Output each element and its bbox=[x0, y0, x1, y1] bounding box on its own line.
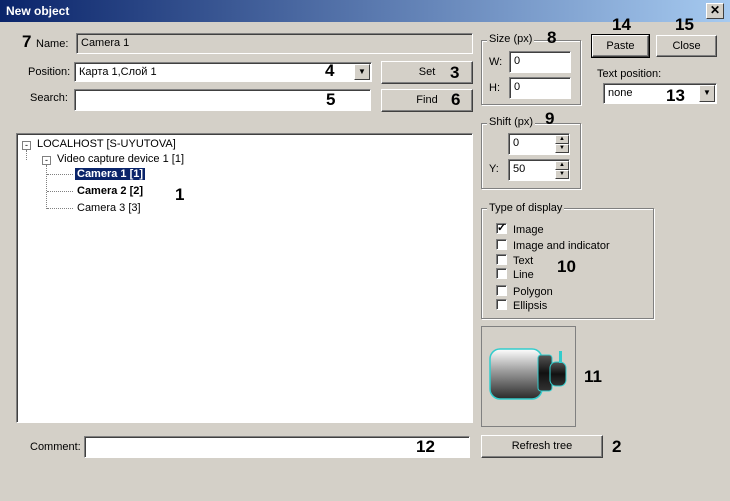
width-field[interactable]: 0 bbox=[509, 51, 571, 73]
callout-9: 9 bbox=[545, 109, 555, 128]
checkbox-image[interactable]: ✓ bbox=[496, 223, 507, 234]
display-type-title: Type of display bbox=[487, 202, 565, 214]
tree-device[interactable]: Video capture device 1 [1] bbox=[57, 153, 184, 165]
option-image-and-indicator: Image and indicator bbox=[513, 240, 610, 252]
callout-11: 11 bbox=[584, 367, 602, 386]
option-image: Image bbox=[513, 224, 544, 236]
size-group-title: Size (px) bbox=[487, 33, 535, 45]
object-preview bbox=[481, 326, 576, 427]
tree-line bbox=[26, 150, 28, 160]
comment-input[interactable] bbox=[84, 436, 470, 458]
shift-group-title: Shift (px) bbox=[487, 116, 536, 128]
callout-4: 4 bbox=[325, 61, 335, 80]
option-polygon: Polygon bbox=[513, 286, 553, 298]
tree-line bbox=[46, 165, 48, 209]
text-position-label: Text position: bbox=[597, 68, 662, 80]
checkbox-ellipsis[interactable] bbox=[496, 299, 507, 310]
callout-10: 10 bbox=[557, 257, 576, 276]
position-value: Карта 1,Слой 1 bbox=[79, 66, 157, 78]
option-text: Text bbox=[513, 255, 534, 267]
tree-item-camera-2[interactable]: Camera 2 [2] bbox=[77, 185, 143, 197]
camera-icon bbox=[489, 348, 567, 400]
text-position-value: none bbox=[608, 87, 633, 99]
callout-1: 1 bbox=[175, 185, 185, 204]
tree-root[interactable]: LOCALHOST [S-UYUTOVA] bbox=[37, 138, 176, 150]
window-title: New object bbox=[6, 4, 70, 18]
name-field[interactable]: Camera 1 bbox=[76, 33, 473, 54]
callout-14: 14 bbox=[612, 15, 631, 34]
width-label: W: bbox=[489, 56, 503, 68]
callout-15: 15 bbox=[675, 15, 694, 34]
checkbox-text[interactable] bbox=[496, 254, 507, 265]
refresh-tree-button[interactable]: Refresh tree bbox=[481, 435, 603, 458]
object-tree[interactable]: - LOCALHOST [S-UYUTOVA] - Video capture … bbox=[16, 133, 473, 423]
comment-label: Comment: bbox=[30, 441, 81, 453]
tree-item-camera-3[interactable]: Camera 3 [3] bbox=[77, 202, 141, 214]
callout-6: 6 bbox=[451, 90, 461, 109]
close-button[interactable]: Close bbox=[656, 35, 717, 57]
paste-button[interactable]: Paste bbox=[591, 34, 650, 58]
collapse-icon[interactable]: - bbox=[22, 141, 31, 150]
collapse-icon[interactable]: - bbox=[42, 156, 51, 165]
name-label: Name: bbox=[36, 38, 69, 50]
callout-8: 8 bbox=[547, 28, 557, 47]
height-label: H: bbox=[489, 82, 500, 94]
height-field[interactable]: 0 bbox=[509, 77, 571, 99]
option-ellipsis: Ellipsis bbox=[513, 300, 548, 312]
tree-line bbox=[47, 208, 73, 209]
callout-7: 7 bbox=[22, 32, 32, 51]
position-dropdown-button[interactable]: ▼ bbox=[354, 64, 370, 80]
tree-item-camera-1[interactable]: Camera 1 [1] bbox=[73, 167, 147, 181]
shift-y-spinner[interactable]: ▲ ▼ bbox=[555, 161, 569, 179]
option-line: Line bbox=[513, 269, 534, 281]
tree-line bbox=[47, 191, 73, 192]
callout-2: 2 bbox=[612, 437, 622, 456]
tree-line bbox=[47, 174, 73, 175]
search-label: Search: bbox=[30, 92, 68, 104]
text-position-dropdown-button[interactable]: ▼ bbox=[699, 85, 715, 102]
callout-5: 5 bbox=[326, 90, 336, 109]
position-label: Position: bbox=[28, 66, 71, 78]
shift-y-label: Y: bbox=[489, 163, 499, 175]
shift-x-spinner[interactable]: ▲ ▼ bbox=[555, 135, 569, 153]
checkbox-line[interactable] bbox=[496, 268, 507, 279]
checkbox-polygon[interactable] bbox=[496, 285, 507, 296]
callout-12: 12 bbox=[416, 437, 435, 456]
callout-13: 13 bbox=[666, 86, 685, 105]
callout-3: 3 bbox=[450, 63, 460, 82]
close-icon[interactable]: ✕ bbox=[706, 3, 724, 19]
checkbox-image-and-indicator[interactable] bbox=[496, 239, 507, 250]
